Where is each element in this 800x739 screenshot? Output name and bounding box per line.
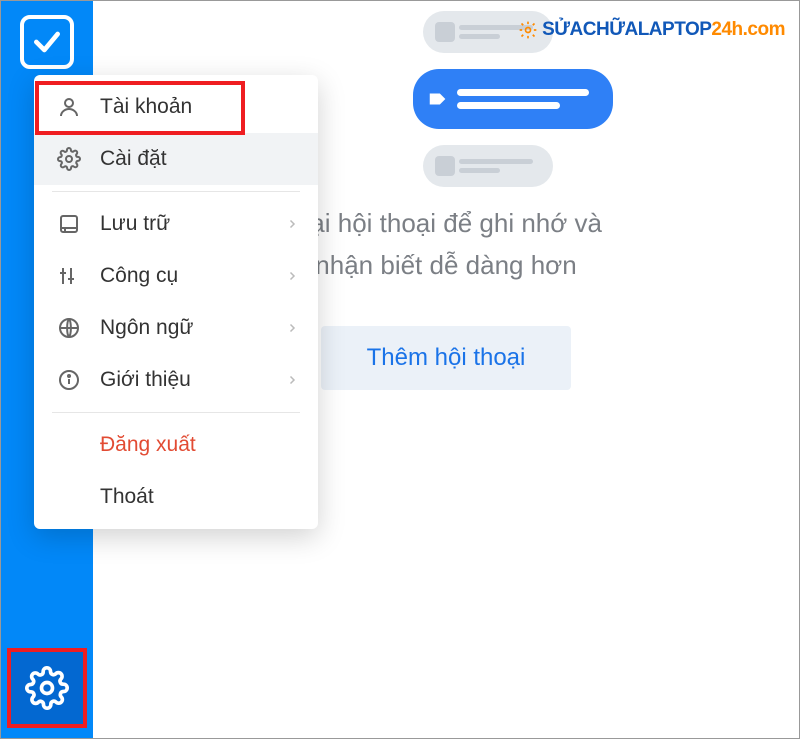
- menu-label: Thoát: [100, 485, 154, 509]
- menu-label: Giới thiệu: [100, 368, 191, 392]
- watermark-text-2: 24h.com: [711, 19, 785, 40]
- globe-icon: [54, 316, 84, 340]
- instruction-line1: loại hội thoại để ghi nhớ và: [290, 208, 602, 238]
- menu-label: Tài khoản: [100, 95, 192, 119]
- watermark-gear-icon: [518, 20, 538, 40]
- menu-label: Ngôn ngữ: [100, 316, 193, 340]
- menu-label: Lưu trữ: [100, 212, 170, 236]
- chat-bubble-grey: [423, 145, 553, 187]
- menu-item-account[interactable]: Tài khoản: [34, 81, 318, 133]
- menu-item-tools[interactable]: Công cụ: [34, 250, 318, 302]
- chat-bubble-blue: [413, 69, 613, 129]
- save-icon: [54, 212, 84, 236]
- chevron-right-icon: [286, 316, 298, 340]
- menu-item-logout[interactable]: Đăng xuất: [34, 419, 318, 471]
- menu-item-storage[interactable]: Lưu trữ: [34, 198, 318, 250]
- menu-label: Cài đặt: [100, 147, 167, 171]
- menu-item-settings[interactable]: Cài đặt: [34, 133, 318, 185]
- watermark: SỬACHỮALAPTOP24h.com: [518, 19, 785, 41]
- watermark-text-1: SỬACHỮALAPTOP: [542, 19, 711, 40]
- menu-item-language[interactable]: Ngôn ngữ: [34, 302, 318, 354]
- tag-icon: [427, 88, 449, 110]
- menu-item-about[interactable]: Giới thiệu: [34, 354, 318, 406]
- menu-divider: [52, 412, 300, 413]
- menu-divider: [52, 191, 300, 192]
- chevron-right-icon: [286, 264, 298, 288]
- checkbox-nav-button[interactable]: [20, 15, 74, 69]
- settings-gear-button[interactable]: [7, 648, 87, 728]
- settings-popup: Tài khoản Cài đặt Lưu trữ Công cụ Ngôn n…: [34, 75, 318, 529]
- chevron-right-icon: [286, 212, 298, 236]
- gear-icon: [54, 147, 84, 171]
- add-conversation-button[interactable]: Thêm hội thoại: [321, 326, 571, 390]
- sliders-icon: [54, 264, 84, 288]
- menu-label: Đăng xuất: [100, 433, 196, 457]
- menu-item-exit[interactable]: Thoát: [34, 471, 318, 523]
- chevron-right-icon: [286, 368, 298, 392]
- user-icon: [54, 95, 84, 119]
- menu-label: Công cụ: [100, 264, 178, 288]
- info-icon: [54, 368, 84, 392]
